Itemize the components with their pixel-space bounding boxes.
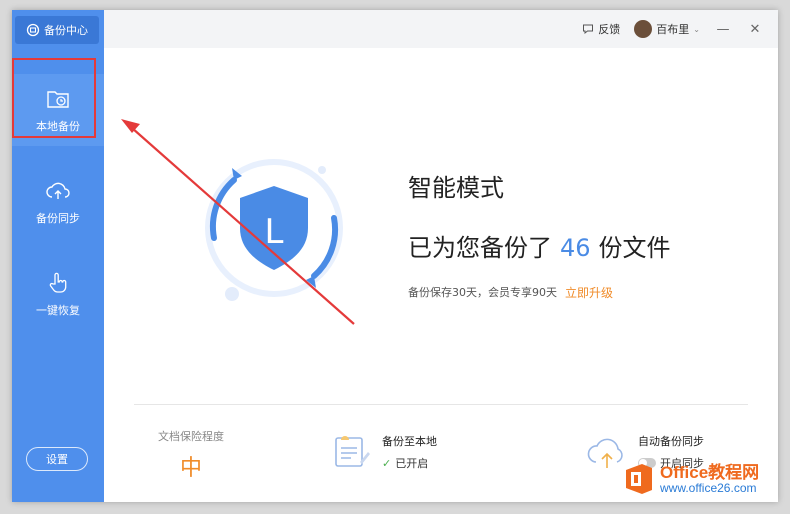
sidebar-item-label: 一键恢复 [36, 304, 80, 317]
shield-letter: L [265, 212, 284, 252]
office-logo-icon [626, 464, 652, 494]
main-panel: L 智能模式 已为您备份了 46 份文件 备份保存30天，会员专享90天 立即升… [104, 48, 778, 502]
folder-clock-icon [47, 91, 69, 108]
hand-tap-icon [49, 272, 67, 293]
cloud-sync-title: 自动备份同步 [638, 435, 704, 448]
watermark: Office教程网 www.office26.com [622, 462, 759, 496]
backup-count: 46 [560, 234, 591, 262]
backup-count-line: 已为您备份了 46 份文件 [408, 228, 671, 263]
mode-title: 智能模式 [408, 174, 504, 202]
local-backup-state: 已开启 [395, 457, 429, 470]
brand-title: 备份中心 [44, 24, 88, 37]
chat-bubble-icon [583, 24, 594, 35]
brand-header[interactable]: 备份中心 [15, 16, 99, 44]
protection-label: 文档保险程度 [158, 430, 224, 443]
retention-line: 备份保存30天，会员专享90天 立即升级 [408, 284, 613, 301]
user-menu[interactable]: 百布里 ⌄ [634, 20, 700, 38]
watermark-title: Office教程网 [660, 462, 760, 482]
count-prefix: 已为您备份了 [408, 234, 552, 262]
sidebar-item-local-backup[interactable]: 本地备份 [12, 74, 104, 146]
local-backup-status[interactable]: 备份至本地 ✓ 已开启 [332, 432, 437, 472]
protection-level: 文档保险程度 中 [146, 428, 236, 482]
shield-illustration: L [194, 148, 354, 308]
sidebar-item-label: 本地备份 [36, 120, 80, 133]
count-suffix: 份文件 [598, 234, 671, 262]
retention-text: 备份保存30天，会员专享90天 [408, 286, 557, 299]
backup-center-icon [26, 23, 40, 37]
sidebar-item-label: 备份同步 [36, 212, 80, 225]
feedback-label: 反馈 [598, 23, 621, 36]
app-window: 备份中心 本地备份 备份同步 一键恢复 设置 反馈 百布里 ⌄ — ✕ L 智能… [12, 10, 778, 502]
username: 百布里 [656, 23, 690, 36]
titlebar: 反馈 百布里 ⌄ — ✕ [104, 10, 778, 48]
watermark-url: www.office26.com [660, 480, 757, 495]
sidebar-item-restore[interactable]: 一键恢复 [12, 258, 104, 330]
minimize-button[interactable]: — [714, 22, 732, 37]
local-backup-title: 备份至本地 [382, 435, 437, 448]
document-edit-icon [335, 436, 370, 467]
divider [134, 404, 748, 405]
feedback-button[interactable]: 反馈 [582, 21, 620, 37]
cloud-upload-icon [46, 182, 70, 199]
upgrade-link[interactable]: 立即升级 [565, 284, 613, 301]
sidebar-item-backup-sync[interactable]: 备份同步 [12, 166, 104, 238]
protection-value: 中 [179, 456, 202, 481]
chevron-down-icon: ⌄ [693, 24, 700, 34]
check-icon: ✓ [382, 456, 392, 470]
avatar [634, 20, 653, 38]
shield-icon: L [205, 159, 343, 301]
sidebar: 备份中心 本地备份 备份同步 一键恢复 设置 [12, 10, 104, 502]
settings-button[interactable]: 设置 [26, 447, 88, 471]
close-button[interactable]: ✕ [746, 22, 764, 37]
